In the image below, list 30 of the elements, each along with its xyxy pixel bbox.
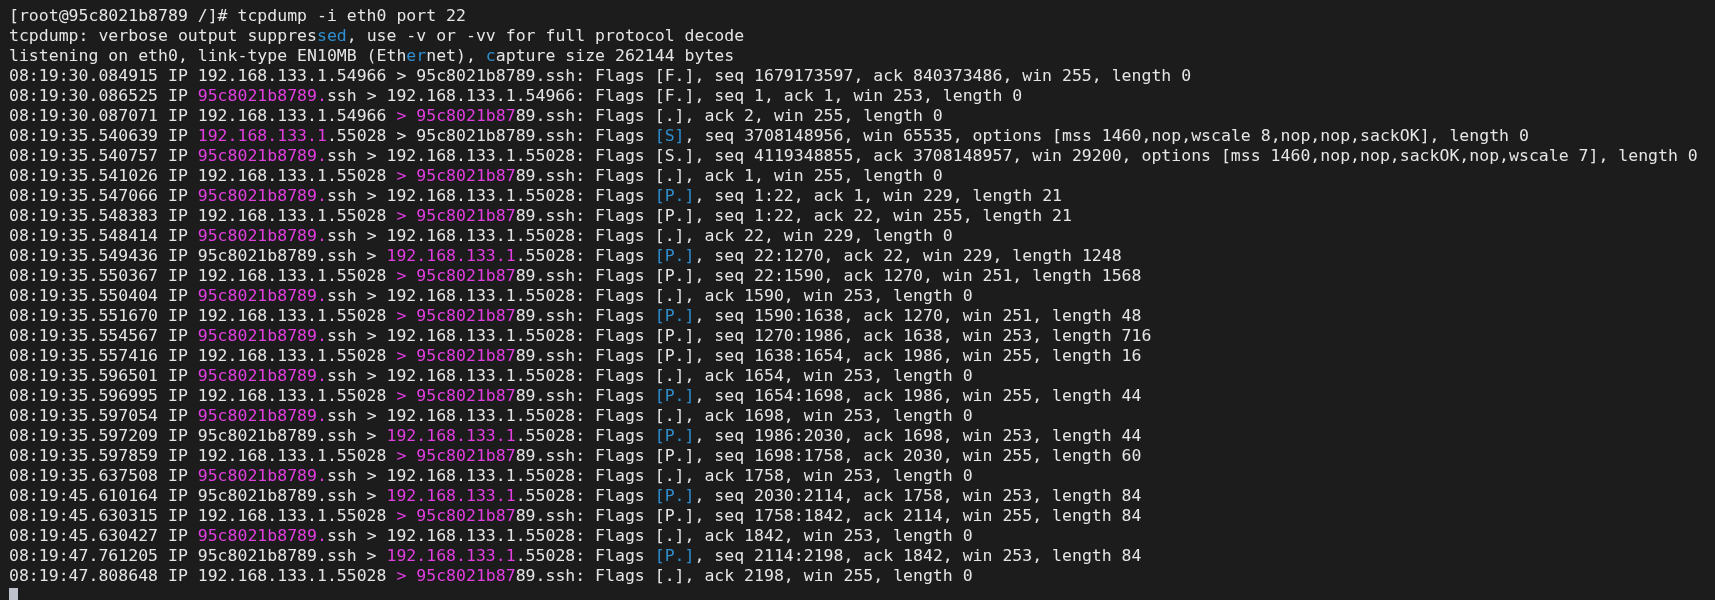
terminal-line: 08:19:30.084915 IP 192.168.133.1.54966 > 95c8021b8789.ssh: Flags [F.], seq 1679173597, ack 840373486, win 255, length 0 [9, 66, 1192, 86]
terminal-line: 08:19:35.548383 IP 192.168.133.1.55028 > 95c8021b8789.ssh: Flags [P.], seq 1:22, ack 22, win 255, length 21 [9, 206, 1072, 226]
terminal-line: 08:19:35.597859 IP 192.168.133.1.55028 > 95c8021b8789.ssh: Flags [P.], seq 1698:1758, ack 2030, win 255, length 60 [9, 446, 1142, 466]
terminal-line: 08:19:47.761205 IP 95c8021b8789.ssh > 192.168.133.1.55028: Flags [P.], seq 2114:2198, ack 1842, win 253, length 84 [9, 546, 1142, 566]
terminal-line: 08:19:35.550404 IP 95c8021b8789.ssh > 192.168.133.1.55028: Flags [.], ack 1590, win 253, length 0 [9, 286, 973, 306]
terminal-line: 08:19:30.086525 IP 95c8021b8789.ssh > 192.168.133.1.54966: Flags [F.], seq 1, ack 1, win 253, length 0 [9, 86, 1023, 106]
terminal-line: tcpdump: verbose output suppressed, use -v or -vv for full protocol decode [9, 26, 745, 46]
terminal-line: [root@95c8021b8789 /]# tcpdump -i eth0 port 22 [9, 6, 466, 26]
terminal-line: 08:19:45.630315 IP 192.168.133.1.55028 > 95c8021b8789.ssh: Flags [P.], seq 1758:1842, ack 2114, win 255, length 84 [9, 506, 1142, 526]
terminal-line: 08:19:35.596995 IP 192.168.133.1.55028 > 95c8021b8789.ssh: Flags [P.], seq 1654:1698, ack 1986, win 255, length 44 [9, 386, 1142, 406]
terminal-line: 08:19:35.548414 IP 95c8021b8789.ssh > 192.168.133.1.55028: Flags [.], ack 22, win 229, length 0 [9, 226, 953, 246]
terminal-line: 08:19:30.087071 IP 192.168.133.1.54966 > 95c8021b8789.ssh: Flags [.], ack 2, win 255, length 0 [9, 106, 943, 126]
terminal-line: 08:19:45.630427 IP 95c8021b8789.ssh > 192.168.133.1.55028: Flags [.], ack 1842, win 253, length 0 [9, 526, 973, 546]
terminal-line: 08:19:35.541026 IP 192.168.133.1.55028 > 95c8021b8789.ssh: Flags [.], ack 1, win 255, length 0 [9, 166, 943, 186]
terminal-line: 08:19:45.610164 IP 95c8021b8789.ssh > 192.168.133.1.55028: Flags [P.], seq 2030:2114, ack 1758, win 253, length 84 [9, 486, 1142, 506]
terminal-line: 08:19:35.551670 IP 192.168.133.1.55028 > 95c8021b8789.ssh: Flags [P.], seq 1590:1638, ack 1270, win 251, length 48 [9, 306, 1142, 326]
terminal-line: 08:19:47.808648 IP 192.168.133.1.55028 > 95c8021b8789.ssh: Flags [.], ack 2198, win 255, length 0 [9, 566, 973, 586]
cursor [9, 588, 18, 600]
terminal-line: listening on eth0, link-type EN10MB (Ethernet), capture size 262144 bytes [9, 46, 735, 66]
terminal-line: 08:19:35.540757 IP 95c8021b8789.ssh > 192.168.133.1.55028: Flags [S.], seq 4119348855, ack 3708148957, win 29200, options [mss 1460,nop,nop,sackOK,nop,wscale 7], length 0 [9, 146, 1698, 166]
terminal-line: 08:19:35.549436 IP 95c8021b8789.ssh > 192.168.133.1.55028: Flags [P.], seq 22:1270, ack 22, win 229, length 1248 [9, 246, 1122, 266]
terminal-line: 08:19:35.550367 IP 192.168.133.1.55028 > 95c8021b8789.ssh: Flags [P.], seq 22:1590, ack 1270, win 251, length 1568 [9, 266, 1142, 286]
terminal-line: 08:19:35.547066 IP 95c8021b8789.ssh > 192.168.133.1.55028: Flags [P.], seq 1:22, ack 1, win 229, length 21 [9, 186, 1063, 206]
terminal-line: 08:19:35.597054 IP 95c8021b8789.ssh > 192.168.133.1.55028: Flags [.], ack 1698, win 253, length 0 [9, 406, 973, 426]
terminal-line: 08:19:35.554567 IP 95c8021b8789.ssh > 192.168.133.1.55028: Flags [P.], seq 1270:1986, ack 1638, win 253, length 716 [9, 326, 1152, 346]
terminal-line: 08:19:35.596501 IP 95c8021b8789.ssh > 192.168.133.1.55028: Flags [.], ack 1654, win 253, length 0 [9, 366, 973, 386]
terminal-line: 08:19:35.540639 IP 192.168.133.1.55028 > 95c8021b8789.ssh: Flags [S], seq 3708148956, win 65535, options [mss 1460,nop,wscale 8,nop,nop,sackOK], length 0 [9, 126, 1529, 146]
terminal-line: 08:19:35.557416 IP 192.168.133.1.55028 > 95c8021b8789.ssh: Flags [P.], seq 1638:1654, ack 1986, win 255, length 16 [9, 346, 1142, 366]
terminal-line: 08:19:35.597209 IP 95c8021b8789.ssh > 192.168.133.1.55028: Flags [P.], seq 1986:2030, ack 1698, win 253, length 44 [9, 426, 1142, 446]
terminal-line: 08:19:35.637508 IP 95c8021b8789.ssh > 192.168.133.1.55028: Flags [.], ack 1758, win 253, length 0 [9, 466, 973, 486]
